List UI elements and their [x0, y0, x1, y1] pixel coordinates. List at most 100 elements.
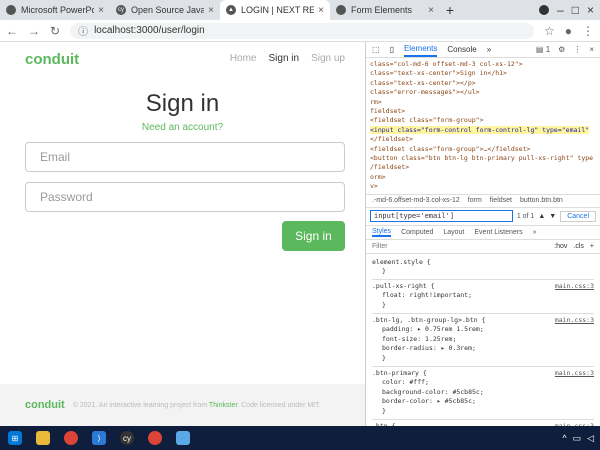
css-selector[interactable]: .pull-xs-right {: [372, 282, 435, 292]
crumb-item[interactable]: .-md-6.offset-md-3.col-xs-12: [372, 197, 460, 204]
css-property[interactable]: }: [372, 407, 594, 417]
css-selector[interactable]: .btn-primary {: [372, 369, 427, 379]
tab-layout[interactable]: Layout: [443, 229, 464, 236]
inspect-icon[interactable]: ⬚: [372, 45, 380, 54]
profile-icon[interactable]: ●: [565, 24, 572, 38]
css-property[interactable]: float: right!important;: [372, 291, 594, 301]
password-field[interactable]: Password: [25, 182, 345, 212]
cypress-icon[interactable]: cy: [120, 431, 134, 445]
need-account-link[interactable]: Need an account?: [0, 122, 365, 133]
start-icon[interactable]: ⊞: [8, 431, 22, 445]
dom-line[interactable]: class="col-md-6 offset-md-3 col-xs-12">: [370, 60, 596, 69]
tab-elements[interactable]: Elements: [403, 42, 438, 57]
dom-line[interactable]: v>: [370, 182, 596, 191]
browser-tab-3[interactable]: ▲ LOGIN | NEXT REALWORLD×: [220, 0, 330, 20]
thinkster-link[interactable]: Thinkster: [209, 402, 237, 409]
css-property[interactable]: }: [372, 267, 594, 277]
tab-computed[interactable]: Computed: [401, 229, 433, 236]
close-icon[interactable]: ×: [208, 5, 214, 16]
hov-toggle[interactable]: :hov: [554, 243, 567, 250]
dom-line[interactable]: </fieldset>: [370, 135, 596, 144]
sign-in-button[interactable]: Sign in: [282, 221, 345, 251]
nav-home[interactable]: Home: [230, 53, 257, 64]
email-field[interactable]: Email: [25, 142, 345, 172]
css-selector[interactable]: element.style {: [372, 258, 431, 268]
address-bar[interactable]: ⓘ localhost:3000/user/login: [70, 22, 534, 39]
filter-input[interactable]: Filter: [372, 243, 388, 250]
close-icon[interactable]: ×: [98, 5, 104, 16]
tab-console[interactable]: Console: [447, 45, 476, 54]
issues-badge[interactable]: ▤ 1: [536, 45, 550, 54]
star-icon[interactable]: ☆: [544, 24, 555, 38]
cls-toggle[interactable]: .cls: [573, 243, 584, 250]
more-tabs-icon[interactable]: »: [533, 229, 537, 236]
tab-search-icon[interactable]: [539, 5, 550, 15]
dom-line[interactable]: orm>: [370, 173, 596, 182]
close-window-icon[interactable]: ×: [587, 3, 594, 17]
tray-chevron-icon[interactable]: ^: [562, 433, 566, 444]
dom-line[interactable]: <fieldset class="form-group">: [370, 116, 596, 125]
brand-logo[interactable]: conduit: [25, 51, 79, 68]
close-devtools-icon[interactable]: ×: [589, 45, 594, 54]
css-property[interactable]: color: #fff;: [372, 378, 594, 388]
search-cancel-button[interactable]: Cancel: [560, 210, 596, 222]
crumb-item[interactable]: fieldset: [490, 197, 512, 204]
css-rules: element.style {} .pull-xs-right { main.css…: [366, 254, 600, 426]
dom-line[interactable]: <input class="form-control form-control-…: [370, 125, 596, 135]
volume-icon[interactable]: ◁: [587, 433, 594, 444]
css-property[interactable]: }: [372, 301, 594, 311]
new-rule-button[interactable]: +: [590, 243, 594, 250]
dom-line[interactable]: fieldset>: [370, 107, 596, 116]
css-source-link[interactable]: main.css:3: [555, 316, 594, 326]
dom-search-input[interactable]: input[type='email']: [370, 210, 513, 223]
browser-tab-2[interactable]: cy Open Source JavaScript×: [110, 0, 220, 20]
dom-line[interactable]: <button class="btn btn-lg btn-primary pu…: [370, 154, 596, 163]
prev-match-icon[interactable]: ▲: [538, 213, 545, 220]
css-property[interactable]: padding: ▸ 0.75rem 1.5rem;: [372, 325, 594, 335]
notepad-icon[interactable]: [176, 431, 190, 445]
info-icon[interactable]: ⓘ: [78, 23, 88, 38]
crumb-item[interactable]: button.btn.btn: [520, 197, 563, 204]
dom-line[interactable]: class="text-xs-center">Sign in</h1>: [370, 69, 596, 78]
close-icon[interactable]: ×: [428, 5, 434, 16]
device-icon[interactable]: ▯: [390, 45, 394, 54]
css-source-link[interactable]: main.css:3: [555, 282, 594, 292]
dom-line[interactable]: rm>: [370, 98, 596, 107]
new-tab-button[interactable]: +: [440, 0, 460, 20]
chrome-icon[interactable]: [148, 431, 162, 445]
dom-line[interactable]: <fieldset class="form-group">…</fieldset…: [370, 145, 596, 154]
vscode-icon[interactable]: ⟩: [92, 431, 106, 445]
next-match-icon[interactable]: ▼: [549, 213, 556, 220]
browser-tab-1[interactable]: Microsoft PowerPoint×: [0, 0, 110, 20]
css-property[interactable]: font-size: 1.25rem;: [372, 335, 594, 345]
network-icon[interactable]: ▭: [573, 433, 582, 444]
reload-icon[interactable]: ↻: [50, 24, 60, 38]
nav-sign-up[interactable]: Sign up: [311, 53, 345, 64]
css-property[interactable]: background-color: #5cb85c;: [372, 388, 594, 398]
footer-brand[interactable]: conduit: [25, 399, 65, 411]
tab-event-listeners[interactable]: Event Listeners: [474, 229, 522, 236]
css-selector[interactable]: .btn-lg, .btn-group-lg>.btn {: [372, 316, 486, 326]
back-icon[interactable]: ←: [6, 24, 18, 38]
dom-line[interactable]: /fieldset>: [370, 163, 596, 172]
css-property[interactable]: border-color: ▸ #5cb85c;: [372, 397, 594, 407]
tab-styles[interactable]: Styles: [372, 228, 392, 237]
css-property[interactable]: border-radius: ▸ 0.3rem;: [372, 344, 594, 354]
settings-icon[interactable]: ⚙: [558, 45, 565, 54]
browser-tab-4[interactable]: Form Elements ×: [330, 0, 440, 20]
file-explorer-icon[interactable]: [36, 431, 50, 445]
chrome-icon[interactable]: [64, 431, 78, 445]
css-property[interactable]: }: [372, 354, 594, 364]
nav-sign-in[interactable]: Sign in: [269, 53, 300, 64]
maximize-icon[interactable]: □: [572, 3, 579, 17]
crumb-item[interactable]: form: [468, 197, 482, 204]
minimize-icon[interactable]: –: [557, 3, 564, 17]
css-source-link[interactable]: main.css:3: [555, 369, 594, 379]
forward-icon[interactable]: →: [28, 24, 40, 38]
menu-icon[interactable]: ⋮: [582, 24, 594, 38]
dom-line[interactable]: class="text-xs-center"></p>: [370, 79, 596, 88]
close-icon[interactable]: ×: [318, 5, 324, 16]
more-tabs-icon[interactable]: »: [487, 45, 491, 54]
dom-line[interactable]: class="error-messages"></ul>: [370, 88, 596, 97]
more-icon[interactable]: ⋮: [573, 45, 581, 54]
